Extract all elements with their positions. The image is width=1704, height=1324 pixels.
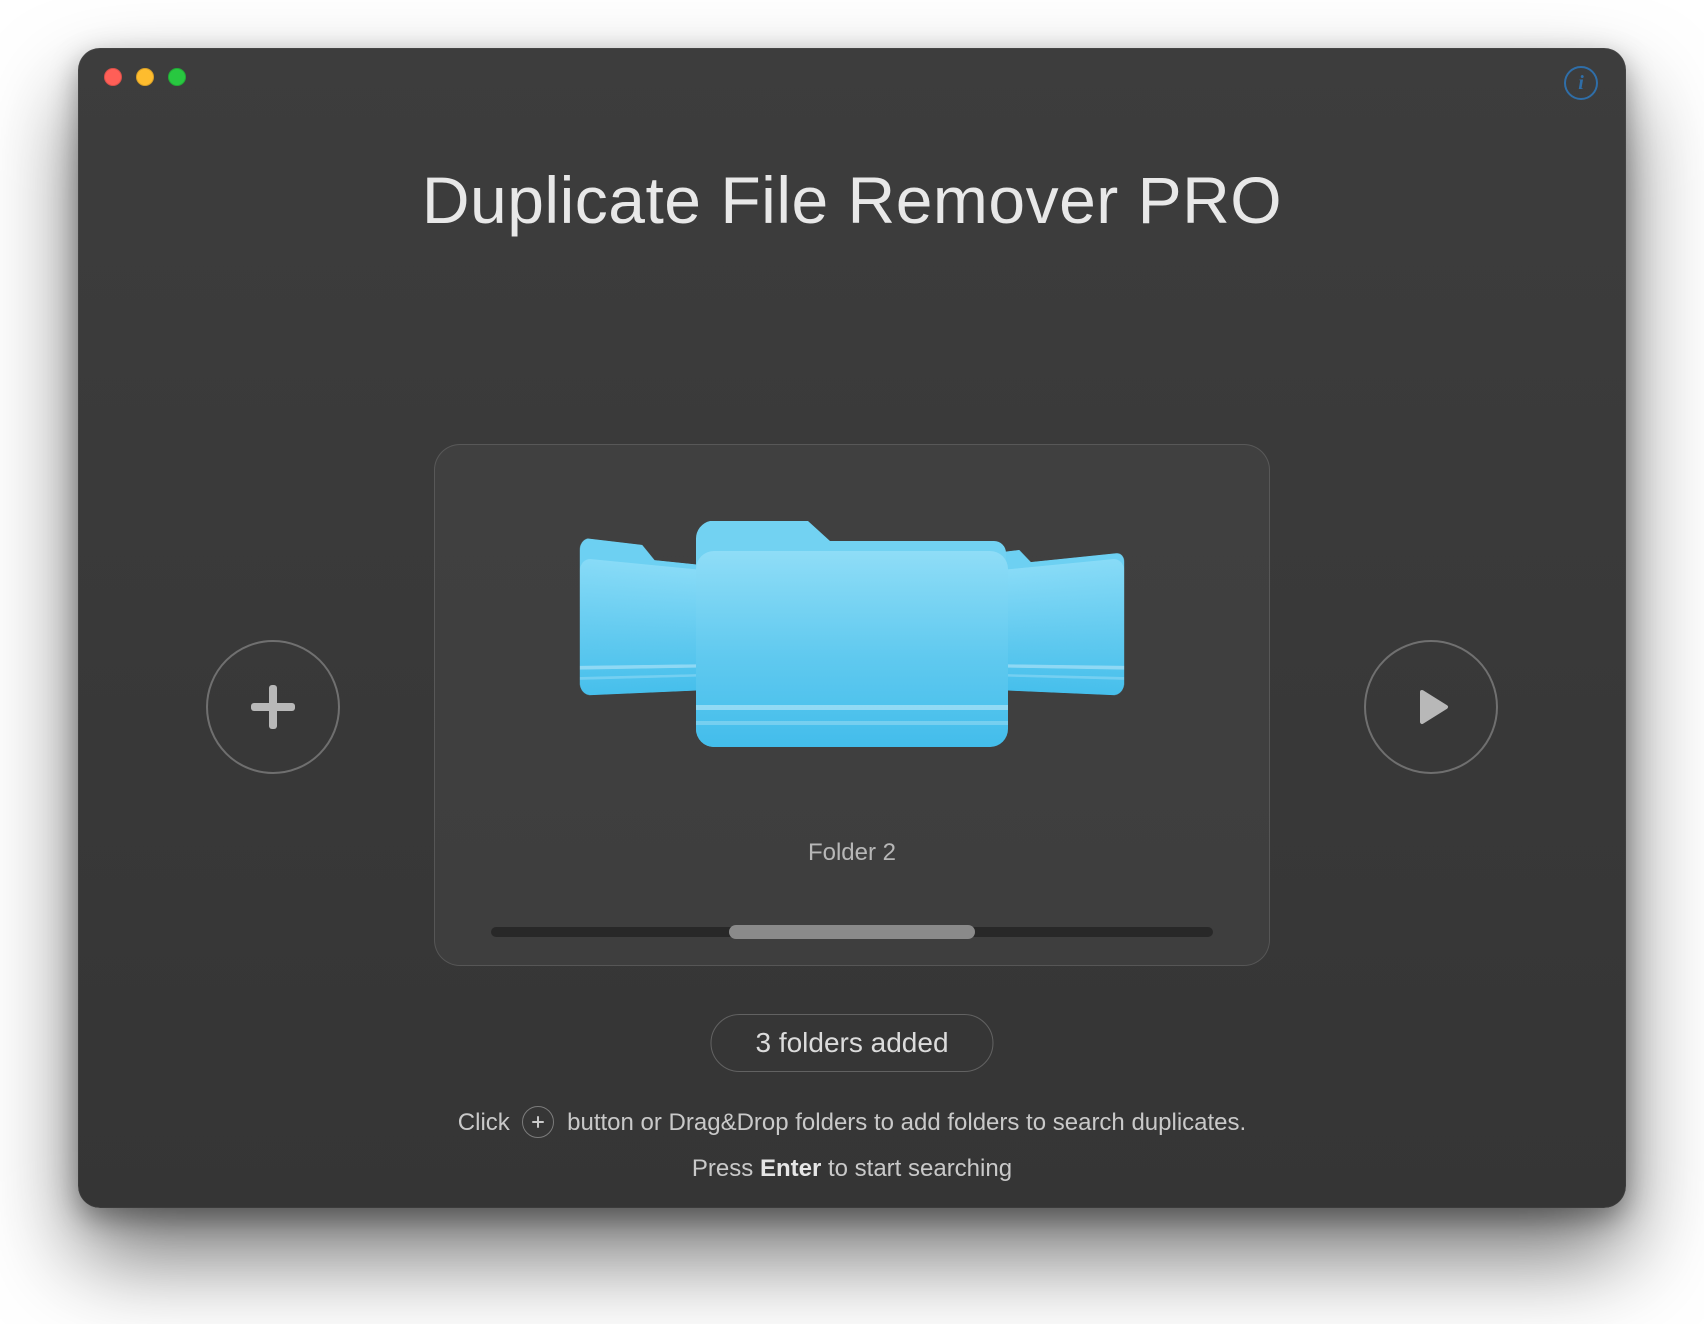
instruction-text: Click button or Drag&Drop folders to add… bbox=[78, 1100, 1626, 1191]
info-icon: i bbox=[1578, 72, 1584, 95]
play-icon bbox=[1406, 682, 1456, 732]
start-scan-button[interactable] bbox=[1364, 640, 1498, 774]
add-folder-button[interactable] bbox=[206, 640, 340, 774]
close-window-button[interactable] bbox=[104, 68, 122, 86]
selected-folder-label: Folder 2 bbox=[435, 839, 1269, 867]
hint-line1-post: button or Drag&Drop folders to add folde… bbox=[567, 1109, 1246, 1136]
info-button[interactable]: i bbox=[1564, 66, 1598, 100]
coverflow-scrollbar[interactable] bbox=[491, 927, 1213, 937]
app-title: Duplicate File Remover PRO bbox=[78, 162, 1626, 238]
hint-line2-post: to start searching bbox=[828, 1155, 1012, 1182]
folder-icon bbox=[692, 497, 1012, 755]
zoom-window-button[interactable] bbox=[168, 68, 186, 86]
hint-line1-pre: Click bbox=[458, 1109, 517, 1136]
folder-coverflow[interactable] bbox=[435, 473, 1269, 833]
folders-added-pill[interactable]: 3 folders added bbox=[710, 1014, 993, 1072]
coverflow-scrollbar-thumb[interactable] bbox=[729, 925, 974, 939]
titlebar: i bbox=[78, 48, 1626, 104]
coverflow-folder-selected[interactable] bbox=[692, 497, 1012, 755]
hint-line2-bold: Enter bbox=[760, 1155, 821, 1182]
hint-plus-icon bbox=[522, 1106, 554, 1138]
plus-icon bbox=[245, 679, 301, 735]
traffic-lights bbox=[104, 68, 186, 86]
app-window: i Duplicate File Remover PRO bbox=[78, 48, 1626, 1208]
hint-line2-pre: Press bbox=[692, 1155, 760, 1182]
folder-drop-area[interactable]: Folder 2 bbox=[434, 444, 1270, 966]
minimize-window-button[interactable] bbox=[136, 68, 154, 86]
